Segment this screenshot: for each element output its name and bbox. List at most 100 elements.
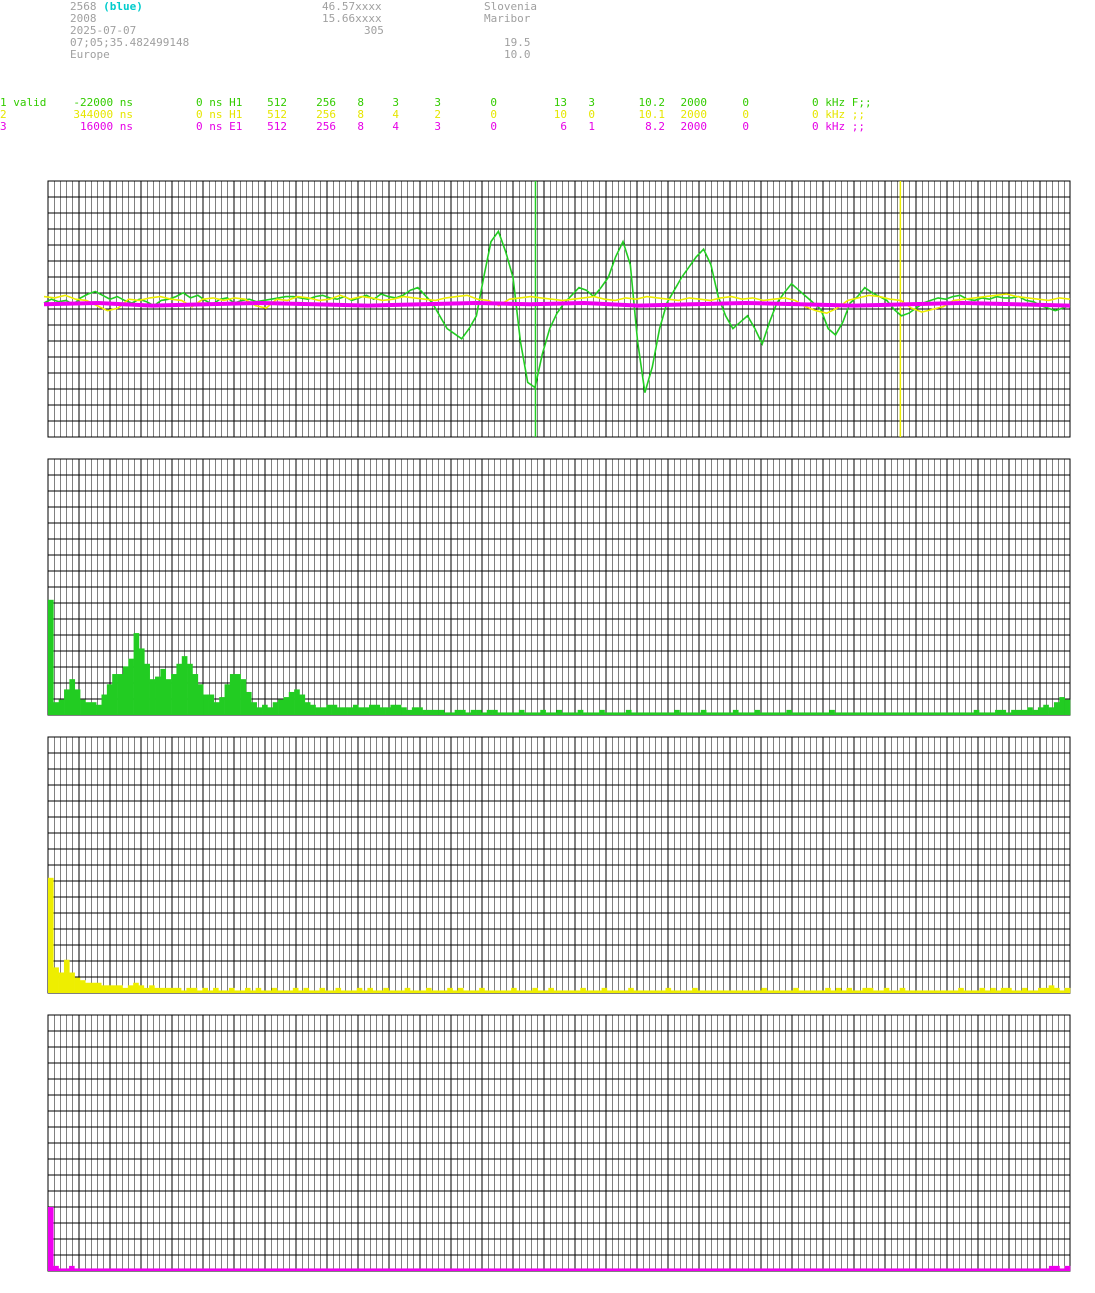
spectrum-green-bar xyxy=(893,712,900,715)
spectrum-magenta-bar xyxy=(743,1268,749,1271)
spectrum-magenta-bar xyxy=(132,1268,138,1271)
spectrum-magenta-bar xyxy=(695,1268,702,1271)
spectrum-green-bar xyxy=(674,709,680,715)
spectrum-green-bar xyxy=(636,712,643,715)
spectrum-yellow-bar xyxy=(213,987,219,993)
spectrum-magenta-bar xyxy=(838,1268,844,1271)
spectrum-green-bar xyxy=(914,712,921,715)
spectrum-yellow-bar xyxy=(1048,985,1055,993)
spectrum-magenta-bar xyxy=(195,1268,202,1271)
spectrum-yellow-bar xyxy=(1022,987,1028,993)
spectrum-magenta-bar xyxy=(516,1268,523,1271)
spectrum-green-bar xyxy=(882,712,889,715)
spectrum-magenta-bar xyxy=(875,1268,881,1271)
spectrum-yellow-bar xyxy=(308,990,315,993)
spectrum-yellow-bar xyxy=(372,990,379,993)
spectrum-yellow-bar xyxy=(271,987,278,993)
spectrum-green-bar xyxy=(957,712,964,715)
spectrum-magenta-bar xyxy=(100,1268,107,1271)
spectrum-yellow-bar xyxy=(138,985,145,993)
spectrum-magenta-bar xyxy=(385,1268,391,1271)
spectrum-yellow-bar xyxy=(878,990,884,993)
spectrum-yellow-bar xyxy=(85,982,91,993)
spectrum-green-bar xyxy=(1053,702,1060,715)
spectrum-yellow-bar xyxy=(452,990,459,993)
spectrum-green-bar xyxy=(690,712,696,715)
spectrum-magenta-bar xyxy=(595,1268,602,1271)
spectrum-yellow-bar xyxy=(425,987,432,993)
spectrum-green-bar xyxy=(176,663,183,715)
spectrum-magenta-bar xyxy=(432,1268,439,1271)
spectrum-magenta-bar xyxy=(48,1207,54,1271)
spectrum-green-bar xyxy=(823,712,830,715)
spectrum-yellow-bar xyxy=(537,990,544,993)
spectrum-magenta-bar xyxy=(137,1268,144,1271)
spectrum-yellow-bar xyxy=(894,990,900,993)
spectrum-yellow-bar xyxy=(276,990,283,993)
spectrum-magenta-bar xyxy=(443,1268,449,1271)
spectrum-yellow-bar xyxy=(479,987,485,993)
spectrum-magenta-bar xyxy=(564,1268,570,1271)
spectrum-green-bar xyxy=(898,712,905,715)
spectrum-green-bar xyxy=(1043,704,1049,715)
spectrum-green-bar xyxy=(149,679,156,715)
spectrum-magenta-bar xyxy=(627,1268,634,1271)
spectrum-green-bar xyxy=(1021,709,1028,715)
spectrum-magenta-bar xyxy=(585,1268,591,1271)
spectrum-yellow-bar xyxy=(90,982,97,993)
spectrum-green-bar xyxy=(802,712,809,715)
spectrum-magenta-bar xyxy=(785,1268,792,1271)
spectrum-green-bar xyxy=(197,684,204,715)
spectrum-green-bar xyxy=(556,709,562,715)
spectrum-green-bar xyxy=(748,712,755,715)
spectrum-yellow-bar xyxy=(69,972,75,993)
spectrum-yellow-bar xyxy=(766,990,773,993)
spectrum-yellow-bar xyxy=(79,980,86,993)
spectrum-yellow-bar xyxy=(117,985,123,993)
spectrum-yellow-bar xyxy=(702,990,709,993)
spectrum-magenta-bar xyxy=(748,1268,755,1271)
spectrum-green-bar xyxy=(470,709,477,715)
spectrum-magenta-bar xyxy=(69,1265,75,1271)
spectrum-magenta-bar xyxy=(985,1268,992,1271)
spectrum-magenta-bar xyxy=(948,1268,955,1271)
spectrum-magenta-bar xyxy=(632,1268,639,1271)
spectrum-yellow-bar xyxy=(777,990,783,993)
spectrum-magenta-bar xyxy=(680,1268,686,1271)
spectrum-magenta-bar xyxy=(917,1268,923,1271)
spectrum-magenta-bar xyxy=(337,1268,344,1271)
spectrum-green-bar xyxy=(786,709,793,715)
spectrum-green-bar xyxy=(936,712,942,715)
spectrum-magenta-bar xyxy=(364,1268,370,1271)
spectrum-yellow-bar xyxy=(883,987,890,993)
spectrum-green-bar xyxy=(369,704,375,715)
spectrum-green-bar xyxy=(925,712,932,715)
spectrum-yellow-bar xyxy=(340,990,347,993)
spectrum-magenta-bar xyxy=(643,1268,649,1271)
spectrum-magenta-bar xyxy=(880,1268,886,1271)
spectrum-magenta-bar xyxy=(127,1268,133,1271)
spectrum-green-bar xyxy=(754,709,760,715)
spectrum-yellow-bar xyxy=(314,990,320,993)
spectrum-green-bar xyxy=(979,712,985,715)
spectrum-magenta-bar xyxy=(327,1268,333,1271)
spectrum-yellow-bar xyxy=(915,990,922,993)
spectrum-green-bar xyxy=(946,712,953,715)
spectrum-magenta-bar xyxy=(1059,1268,1066,1271)
spectrum-magenta-bar xyxy=(200,1268,207,1271)
spectrum-yellow-bar xyxy=(250,990,256,993)
spectrum-green-bar xyxy=(203,694,209,715)
spectrum-magenta-bar xyxy=(890,1268,897,1271)
spectrum-green-bar xyxy=(401,707,407,715)
spectrum-yellow-bar xyxy=(122,987,129,993)
spectrum-yellow-bar xyxy=(782,990,789,993)
spectrum-magenta-bar xyxy=(806,1268,813,1271)
spectrum-magenta-bar xyxy=(569,1268,576,1271)
spectrum-magenta-bar xyxy=(400,1268,407,1271)
spectrum-yellow-bar xyxy=(585,990,592,993)
spectrum-green-bar xyxy=(58,699,65,715)
spectrum-green-bar xyxy=(952,712,958,715)
spectrum-green-bar xyxy=(502,712,509,715)
spectrum-magenta-bar xyxy=(764,1268,771,1271)
spectrum-yellow-bar xyxy=(931,990,938,993)
